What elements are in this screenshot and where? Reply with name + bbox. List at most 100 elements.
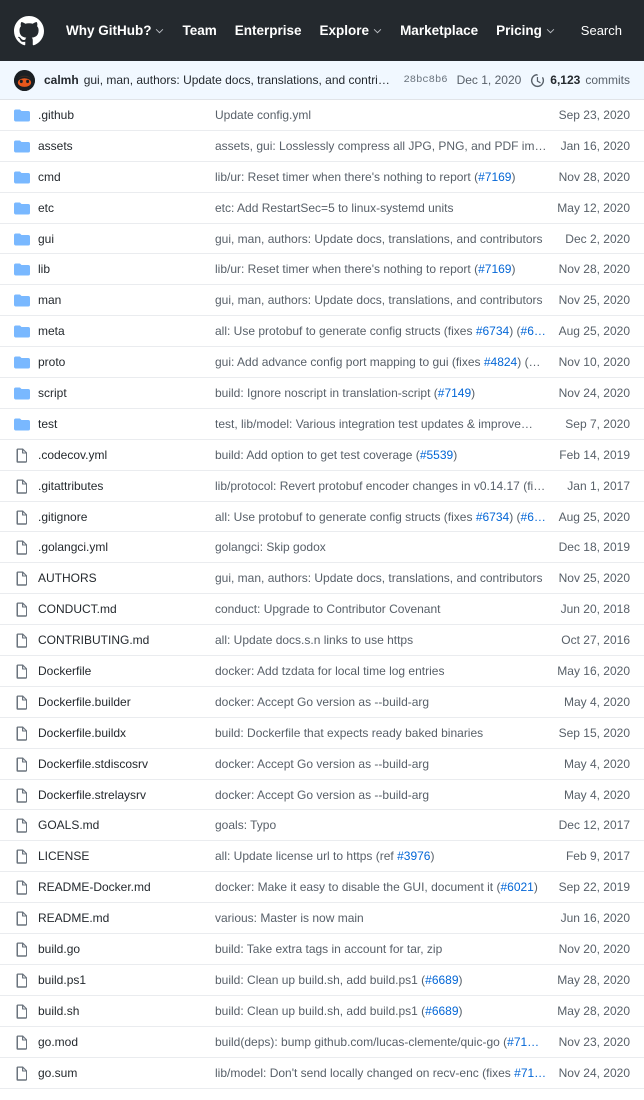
table-row[interactable]: go.mod build(deps): bump github.com/lucas… — [0, 1027, 644, 1058]
table-row[interactable]: GOALS.md goals: Typo Dec 12, 2017 — [0, 810, 644, 842]
commit-message-link[interactable]: build: Clean up build.sh, add build.ps1 … — [215, 1004, 557, 1018]
commit-message-link[interactable]: build: Clean up build.sh, add build.ps1 … — [215, 973, 557, 987]
commit-message-link[interactable]: gui: Add advance config port mapping to … — [215, 355, 559, 370]
commit-message[interactable]: gui, man, authors: Update docs, translat… — [84, 73, 394, 87]
table-row[interactable]: proto gui: Add advance config port mappin… — [0, 347, 644, 379]
nav-item-team[interactable]: Team — [182, 23, 216, 38]
file-name-link[interactable]: go.sum — [38, 1066, 215, 1080]
issue-reference-link[interactable]: #7169 — [478, 262, 511, 276]
commit-message-link[interactable]: gui, man, authors: Update docs, translat… — [215, 293, 559, 307]
table-row[interactable]: Dockerfile.strelaysrv docker: Accept Go v… — [0, 780, 644, 811]
file-name-link[interactable]: etc — [38, 201, 215, 215]
commit-message-link[interactable]: lib/ur: Reset timer when there's nothing… — [215, 262, 559, 276]
nav-item-why-github[interactable]: Why GitHub? — [66, 23, 164, 38]
file-name-link[interactable]: cmd — [38, 170, 215, 184]
search-input[interactable]: Search — [581, 23, 630, 38]
table-row[interactable]: cmd lib/ur: Reset timer when there's noth… — [0, 162, 644, 193]
table-row[interactable]: README.md various: Master is now main Jun … — [0, 903, 644, 935]
file-name-link[interactable]: README.md — [38, 911, 215, 925]
issue-reference-link[interactable]: #6… — [521, 324, 546, 338]
commit-message-link[interactable]: goals: Typo — [215, 818, 559, 832]
file-name-link[interactable]: GOALS.md — [38, 818, 215, 832]
issue-reference-link[interactable]: #7169 — [478, 170, 511, 184]
commit-message-link[interactable]: golangci: Skip godox — [215, 540, 559, 554]
table-row[interactable]: build.go build: Take extra tags in accoun… — [0, 934, 644, 965]
table-row[interactable]: AUTHORS gui, man, authors: Update docs, t… — [0, 563, 644, 595]
issue-reference-link[interactable]: #6… — [521, 510, 546, 524]
file-name-link[interactable]: Dockerfile.builder — [38, 695, 215, 709]
nav-item-enterprise[interactable]: Enterprise — [235, 23, 302, 38]
commit-message-link[interactable]: docker: Accept Go version as --build-arg — [215, 788, 564, 802]
commit-message-link[interactable]: all: Use protobuf to generate config str… — [215, 509, 559, 524]
file-name-link[interactable]: AUTHORS — [38, 571, 215, 585]
issue-reference-link[interactable]: #6021 — [500, 880, 533, 894]
commit-message-link[interactable]: all: Update license url to https (ref #3… — [215, 849, 566, 863]
issue-reference-link[interactable]: #6689 — [425, 973, 458, 987]
table-row[interactable]: .github Update config.yml Sep 23, 2020 — [0, 100, 644, 131]
commit-message-link[interactable]: test, lib/model: Various integration tes… — [215, 417, 565, 431]
commit-message-link[interactable]: docker: Add tzdata for local time log en… — [215, 664, 557, 678]
commit-message-link[interactable]: gui, man, authors: Update docs, translat… — [215, 571, 559, 585]
avatar[interactable] — [14, 69, 35, 91]
table-row[interactable]: Dockerfile.buildx build: Dockerfile that … — [0, 718, 644, 749]
commit-message-link[interactable]: gui, man, authors: Update docs, translat… — [215, 232, 565, 246]
file-name-link[interactable]: .github — [38, 108, 215, 122]
commit-author[interactable]: calmh — [44, 73, 79, 87]
commit-message-link[interactable]: conduct: Upgrade to Contributor Covenant — [215, 602, 561, 616]
table-row[interactable]: etc etc: Add RestartSec=5 to linux-system… — [0, 193, 644, 224]
table-row[interactable]: .gitattributes lib/protocol: Revert proto… — [0, 471, 644, 502]
table-row[interactable]: build.sh build: Clean up build.sh, add bu… — [0, 996, 644, 1027]
file-name-link[interactable]: man — [38, 293, 215, 307]
file-name-link[interactable]: build.sh — [38, 1004, 215, 1018]
table-row[interactable]: test test, lib/model: Various integration… — [0, 409, 644, 440]
commit-message-link[interactable]: etc: Add RestartSec=5 to linux-systemd u… — [215, 201, 557, 215]
table-row[interactable]: man gui, man, authors: Update docs, trans… — [0, 285, 644, 317]
file-name-link[interactable]: go.mod — [38, 1035, 215, 1049]
commit-message-link[interactable]: build: Ignore noscript in translation-sc… — [215, 386, 559, 400]
file-name-link[interactable]: Dockerfile.buildx — [38, 726, 215, 740]
nav-item-marketplace[interactable]: Marketplace — [400, 23, 478, 38]
file-name-link[interactable]: meta — [38, 324, 215, 338]
file-name-link[interactable]: Dockerfile.stdiscosrv — [38, 757, 215, 771]
issue-reference-link[interactable]: #6734 — [476, 510, 509, 524]
commit-message-link[interactable]: Update config.yml — [215, 108, 559, 122]
commits-count-link[interactable]: 6,123 commits — [530, 73, 630, 88]
commit-message-link[interactable]: assets, gui: Losslessly compress all JPG… — [215, 139, 561, 153]
table-row[interactable]: .golangci.yml golangci: Skip godox Dec 18,… — [0, 532, 644, 564]
file-name-link[interactable]: gui — [38, 232, 215, 246]
commit-message-link[interactable]: lib/model: Don't send locally changed on… — [215, 1065, 559, 1080]
file-name-link[interactable]: Dockerfile — [38, 664, 215, 678]
commit-message-link[interactable]: all: Update docs.s.n links to use https — [215, 633, 561, 647]
file-name-link[interactable]: test — [38, 417, 215, 431]
issue-reference-link[interactable]: #71… — [507, 1035, 539, 1049]
file-name-link[interactable]: build.ps1 — [38, 973, 215, 987]
file-name-link[interactable]: README-Docker.md — [38, 880, 215, 894]
table-row[interactable]: CONDUCT.md conduct: Upgrade to Contributo… — [0, 594, 644, 626]
file-name-link[interactable]: .codecov.yml — [38, 448, 215, 462]
table-row[interactable]: meta all: Use protobuf to generate config… — [0, 316, 644, 348]
file-name-link[interactable]: LICENSE — [38, 849, 215, 863]
commit-message-link[interactable]: build(deps): bump github.com/lucas-cleme… — [215, 1035, 559, 1049]
table-row[interactable]: gui gui, man, authors: Update docs, trans… — [0, 224, 644, 255]
table-row[interactable]: build.ps1 build: Clean up build.sh, add b… — [0, 965, 644, 996]
commit-message-link[interactable]: lib/protocol: Revert protobuf encoder ch… — [215, 478, 567, 493]
file-name-link[interactable]: .gitignore — [38, 510, 215, 524]
file-name-link[interactable]: CONDUCT.md — [38, 602, 215, 616]
table-row[interactable]: .gitignore all: Use protobuf to generate … — [0, 502, 644, 533]
nav-item-explore[interactable]: Explore — [320, 23, 383, 38]
issue-reference-link[interactable]: #6734 — [476, 324, 509, 338]
file-name-link[interactable]: assets — [38, 139, 215, 153]
github-mark-icon[interactable] — [14, 15, 44, 46]
table-row[interactable]: CONTRIBUTING.md all: Update docs.s.n link… — [0, 625, 644, 657]
file-name-link[interactable]: proto — [38, 355, 215, 369]
table-row[interactable]: assets assets, gui: Losslessly compress a… — [0, 131, 644, 162]
commit-message-link[interactable]: lib/ur: Reset timer when there's nothing… — [215, 170, 559, 184]
issue-reference-link[interactable]: #5539 — [420, 448, 453, 462]
file-name-link[interactable]: CONTRIBUTING.md — [38, 633, 215, 647]
table-row[interactable]: go.sum lib/model: Don't send locally chan… — [0, 1058, 644, 1089]
issue-reference-link[interactable]: #71… — [514, 1066, 546, 1080]
file-name-link[interactable]: .gitattributes — [38, 479, 215, 493]
commit-message-link[interactable]: docker: Accept Go version as --build-arg — [215, 757, 564, 771]
file-name-link[interactable]: Dockerfile.strelaysrv — [38, 788, 215, 802]
issue-reference-link[interactable]: #6689 — [425, 1004, 458, 1018]
